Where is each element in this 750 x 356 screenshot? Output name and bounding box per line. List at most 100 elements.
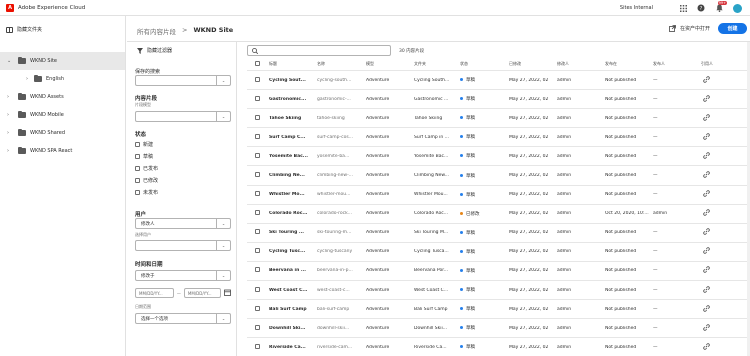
table-row[interactable]: Bali Surf Camp bali-surf-camp Adventure Bal… — [247, 300, 747, 320]
search-input[interactable] — [247, 45, 391, 56]
hide-folders-button[interactable]: 隐藏文件夹 — [6, 26, 42, 33]
row-checkbox[interactable] — [255, 248, 260, 255]
row-folder[interactable]: Climbing New... — [414, 173, 458, 178]
tree-item-english[interactable]: › English — [0, 70, 125, 88]
row-title[interactable]: Ski Touring ... — [269, 230, 315, 235]
chevron-right-icon[interactable]: › — [7, 130, 9, 136]
column-header-modified[interactable]: 已修改 — [509, 61, 521, 67]
row-checkbox[interactable] — [255, 95, 260, 103]
row-checkbox[interactable] — [255, 286, 260, 294]
row-title[interactable]: Tahoe Skiing — [269, 116, 315, 121]
row-folder[interactable]: Tahoe Skiing — [414, 116, 458, 121]
row-checkbox[interactable] — [255, 152, 260, 160]
row-checkbox[interactable] — [255, 172, 260, 179]
checkbox[interactable] — [135, 153, 140, 159]
row-checkbox[interactable] — [255, 114, 260, 122]
calendar-icon[interactable] — [224, 289, 231, 297]
row-folder[interactable]: Yosemite Bac... — [414, 154, 458, 159]
table-row[interactable]: Downhill Ski... downhill-skii... Adventure… — [247, 319, 747, 339]
chevron-down-icon[interactable]: ⌄ — [7, 58, 11, 64]
chevron-right-icon[interactable]: › — [7, 112, 9, 118]
column-header-referenced-by[interactable]: 引用人 — [701, 61, 713, 67]
tree-item-wknd-mobile[interactable]: › WKND Mobile — [0, 106, 125, 124]
link-icon[interactable] — [703, 209, 710, 218]
column-header-name[interactable]: 名称 — [317, 61, 325, 67]
row-title[interactable]: Cycling Sout... — [269, 78, 315, 83]
row-title[interactable]: Yosemite Bac... — [269, 154, 315, 159]
row-folder[interactable]: Cycling Tusca... — [414, 249, 458, 254]
row-checkbox[interactable] — [255, 191, 260, 198]
help-icon[interactable]: ? — [697, 4, 705, 12]
table-row[interactable]: Colorado Roc... colorado-rock... Adventure… — [247, 205, 747, 224]
org-switcher[interactable]: Sites Internal — [620, 5, 653, 11]
link-icon[interactable] — [703, 75, 710, 85]
link-icon[interactable] — [703, 94, 710, 104]
row-folder[interactable]: Cycling South... — [414, 78, 458, 83]
row-folder[interactable]: Beervana Por... — [414, 268, 458, 273]
table-row[interactable]: Cycling Sout... cycling-south... Adventure… — [247, 71, 747, 91]
column-header-modified-by[interactable]: 修改人 — [557, 61, 569, 67]
table-row[interactable]: Yosemite Bac... yosemite-ba... Adventure Yo… — [247, 147, 747, 167]
select-all-checkbox[interactable] — [255, 60, 260, 67]
row-checkbox[interactable] — [255, 324, 260, 332]
status-option-unpublished[interactable]: 未发布 — [135, 187, 158, 199]
link-icon[interactable] — [703, 324, 710, 333]
table-row[interactable]: Surf Camp C... surf-camp-cos... Adventure S… — [247, 128, 747, 148]
link-icon[interactable] — [703, 228, 710, 237]
row-folder[interactable]: Colorado Roc... — [414, 211, 458, 216]
open-in-assets-button[interactable]: 在资产中打开 — [669, 25, 710, 32]
column-header-published-by[interactable]: 发布人 — [653, 61, 665, 67]
row-title[interactable]: Surf Camp C... — [269, 135, 315, 140]
checkbox[interactable] — [135, 178, 140, 184]
chevron-right-icon[interactable]: › — [7, 94, 9, 100]
link-icon[interactable] — [703, 171, 710, 180]
row-checkbox[interactable] — [255, 229, 260, 236]
hide-filters-button[interactable]: 隐藏过滤器 — [137, 47, 172, 54]
row-checkbox[interactable] — [255, 305, 260, 313]
row-checkbox[interactable] — [255, 210, 260, 217]
row-title[interactable]: Gastronomic... — [269, 97, 315, 102]
table-row[interactable]: Beervana in ... beervana-in-p... Adventure… — [247, 262, 747, 282]
row-folder[interactable]: Ski Touring M... — [414, 230, 458, 235]
status-option-modified[interactable]: 已修改 — [135, 175, 158, 187]
checkbox[interactable] — [135, 141, 140, 147]
table-row[interactable]: Tahoe Skiing tahoe-skiing Adventure Tahoe S… — [247, 109, 747, 129]
breadcrumb-root[interactable]: 所有内容片段 — [137, 26, 176, 36]
table-row[interactable]: Climbing Ne... climbing-new-... Adventure C… — [247, 166, 747, 186]
link-icon[interactable] — [703, 343, 710, 352]
fragment-model-select[interactable]: ⌄ — [135, 111, 231, 122]
user-select[interactable]: 修改人 ⌄ — [135, 218, 231, 229]
link-icon[interactable] — [703, 114, 710, 123]
tree-item-wknd-spa-react[interactable]: › WKND SPA React — [0, 142, 125, 160]
saved-search-select[interactable]: ⌄ — [135, 75, 231, 86]
table-row[interactable]: Riverside Ca... riverside-cam... Adventure… — [247, 338, 747, 356]
create-button[interactable]: 创建 — [718, 23, 747, 34]
row-folder[interactable]: Gastronomic ... — [414, 97, 458, 102]
bell-icon[interactable]: 99+ — [715, 1, 727, 12]
row-folder[interactable]: Bali Surf Camp — [414, 307, 458, 312]
row-title[interactable]: West Coast C... — [269, 288, 315, 293]
avatar[interactable] — [733, 3, 742, 13]
status-option-published[interactable]: 已发布 — [135, 162, 158, 174]
row-title[interactable]: Cycling Tusc... — [269, 249, 315, 254]
row-title[interactable]: Downhill Ski... — [269, 326, 315, 331]
status-option-draft[interactable]: 草稿 — [135, 150, 158, 162]
row-folder[interactable]: West Coast C... — [414, 288, 458, 293]
table-row[interactable]: Ski Touring ... ski-touring-m... Adventure… — [247, 224, 747, 243]
status-option-new[interactable]: 新建 — [135, 138, 158, 150]
link-icon[interactable] — [703, 285, 710, 295]
column-header-published[interactable]: 发布在 — [605, 61, 617, 67]
row-title[interactable]: Colorado Roc... — [269, 211, 315, 216]
table-row[interactable]: West Coast C... west-coast-c... Adventure W… — [247, 281, 747, 301]
row-folder[interactable]: Riverside Ca... — [414, 345, 458, 350]
link-icon[interactable] — [703, 304, 710, 314]
date-from-input[interactable]: MM/DD/YY... — [135, 288, 174, 298]
brand[interactable]: A Adobe Experience Cloud — [6, 3, 85, 12]
link-icon[interactable] — [703, 152, 710, 161]
time-select[interactable]: 修改于 ⌄ — [135, 270, 231, 281]
row-folder[interactable]: Downhill Skii... — [414, 326, 458, 331]
chevron-right-icon[interactable]: › — [26, 76, 28, 82]
row-title[interactable]: Bali Surf Camp — [269, 307, 315, 312]
tree-item-wknd-assets[interactable]: › WKND Assets — [0, 88, 125, 106]
row-folder[interactable]: Surf Camp in ... — [414, 135, 458, 140]
